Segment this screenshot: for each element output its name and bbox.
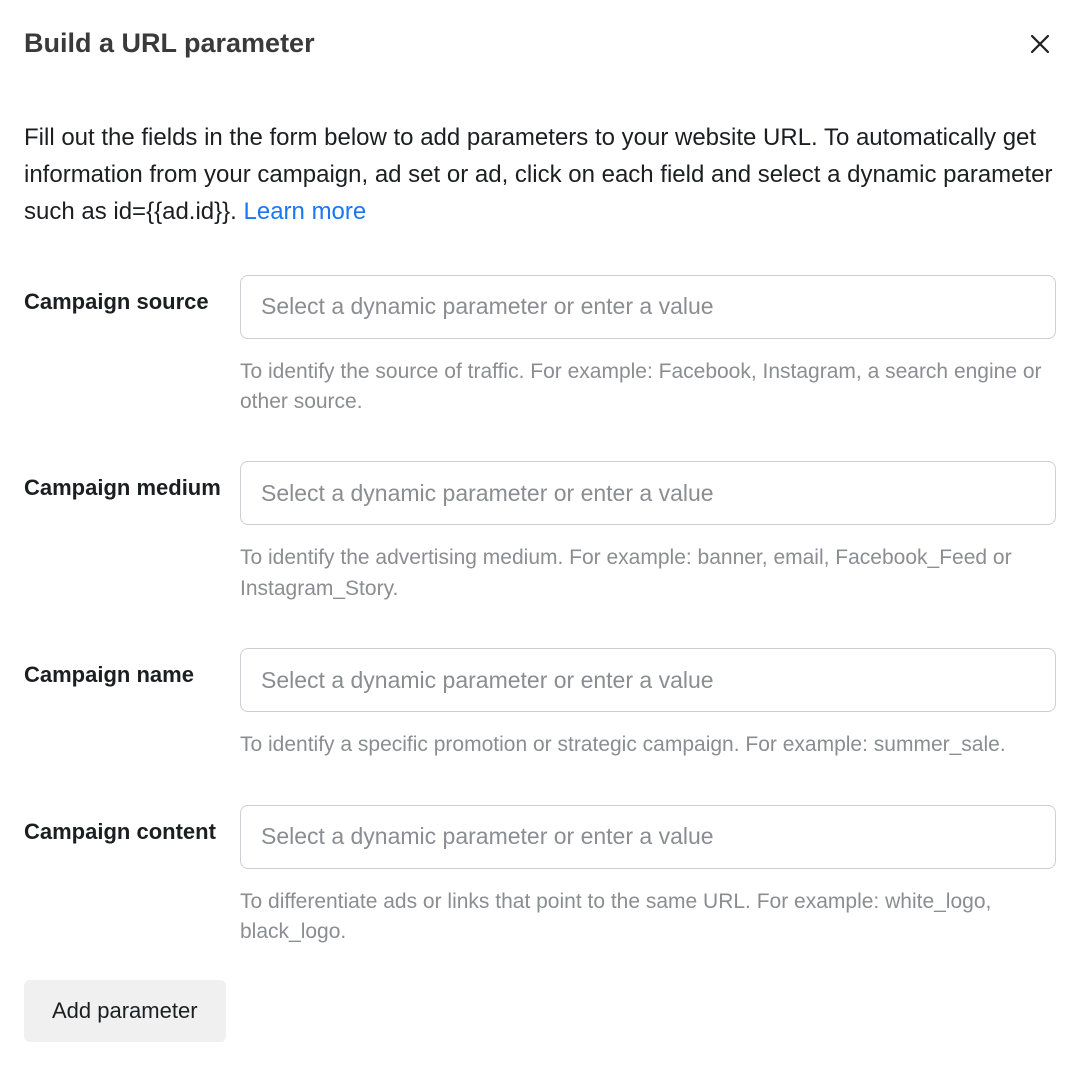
close-button[interactable] <box>1024 28 1056 63</box>
field-content: To identify the advertising medium. For … <box>240 461 1056 604</box>
field-label-campaign-name: Campaign name <box>24 648 240 688</box>
learn-more-link[interactable]: Learn more <box>244 198 367 225</box>
field-label-campaign-source: Campaign source <box>24 275 240 315</box>
campaign-name-input[interactable] <box>240 648 1056 712</box>
close-icon <box>1028 32 1052 59</box>
add-parameter-button[interactable]: Add parameter <box>24 980 226 1042</box>
dialog-description: Fill out the fields in the form below to… <box>24 119 1056 231</box>
field-help-campaign-content: To differentiate ads or links that point… <box>240 887 1056 948</box>
field-content: To identify a specific promotion or stra… <box>240 648 1056 760</box>
field-content: To differentiate ads or links that point… <box>240 805 1056 948</box>
description-text: Fill out the fields in the form below to… <box>24 124 1053 225</box>
campaign-content-input[interactable] <box>240 805 1056 869</box>
field-label-campaign-medium: Campaign medium <box>24 461 240 501</box>
field-label-campaign-content: Campaign content <box>24 805 240 845</box>
field-row-campaign-content: Campaign content To differentiate ads or… <box>24 805 1056 948</box>
field-help-campaign-name: To identify a specific promotion or stra… <box>240 730 1056 760</box>
field-row-campaign-name: Campaign name To identify a specific pro… <box>24 648 1056 760</box>
campaign-medium-input[interactable] <box>240 461 1056 525</box>
dialog-title: Build a URL parameter <box>24 28 315 59</box>
field-content: To identify the source of traffic. For e… <box>240 275 1056 418</box>
field-row-campaign-source: Campaign source To identify the source o… <box>24 275 1056 418</box>
field-help-campaign-medium: To identify the advertising medium. For … <box>240 543 1056 604</box>
field-help-campaign-source: To identify the source of traffic. For e… <box>240 357 1056 418</box>
campaign-source-input[interactable] <box>240 275 1056 339</box>
dialog-header: Build a URL parameter <box>24 28 1056 63</box>
field-row-campaign-medium: Campaign medium To identify the advertis… <box>24 461 1056 604</box>
